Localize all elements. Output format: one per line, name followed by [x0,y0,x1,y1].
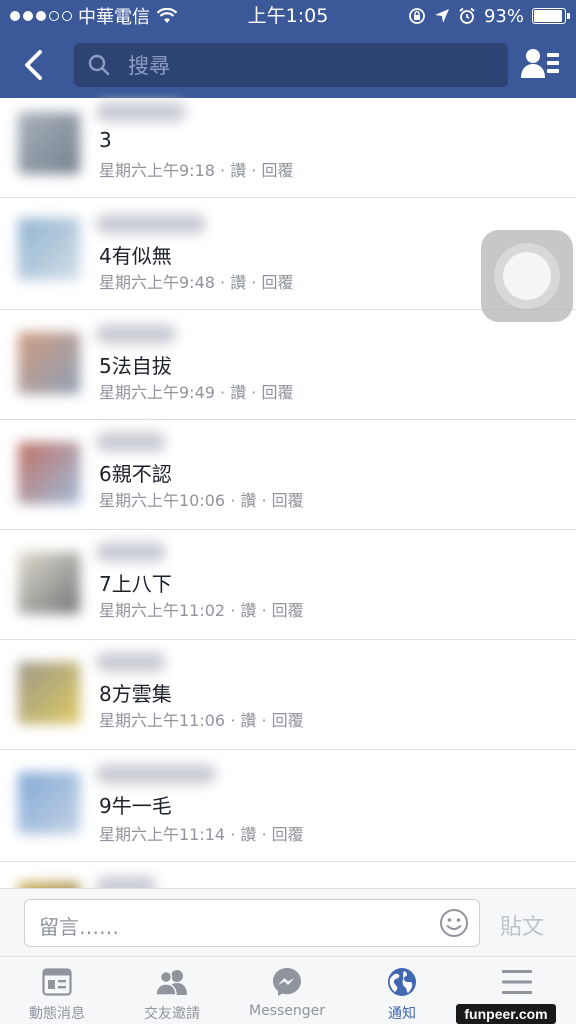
comment-composer: 留言…… 貼文 [0,888,576,956]
tab-label: 動態消息 [29,1006,85,1022]
reply-link[interactable]: 回覆 [261,273,293,292]
tab-friend-requests[interactable]: 交友邀請 [124,965,220,1023]
author-name[interactable] [96,432,166,452]
avatar[interactable] [18,332,80,394]
author-name[interactable] [96,764,216,784]
avatar[interactable] [18,552,80,614]
avatar[interactable] [18,442,80,504]
tab-label: 交友邀請 [144,1006,200,1022]
friend-requests-icon [521,49,559,78]
comment-time: 星期六上午11:14 [99,825,226,844]
comment-list: 3 星期六上午9:18 · 讚 · 回覆 4有似無 星期六上午9:48 · 讚 … [0,98,576,944]
watermark: funpeer.com [456,1004,556,1024]
like-link[interactable]: 讚 [230,273,246,292]
tab-label: 通知 [388,1006,416,1022]
search-input[interactable]: 搜尋 [74,43,508,87]
comment-time: 星期六上午11:06 [99,711,226,730]
like-link[interactable]: 讚 [230,161,246,180]
comment-meta: 星期六上午11:02 · 讚 · 回覆 [99,601,304,620]
reply-link[interactable]: 回覆 [272,491,304,510]
news-feed-icon [42,968,72,996]
back-button[interactable] [16,48,50,82]
like-link[interactable]: 讚 [240,825,256,844]
reply-link[interactable]: 回覆 [261,161,293,180]
battery-percent: 93% [483,5,524,27]
comment-time: 星期六上午10:06 [99,491,226,510]
author-name[interactable] [96,324,176,344]
author-name[interactable] [96,652,166,672]
status-right: 93% [408,4,570,28]
comment-meta: 星期六上午11:06 · 讚 · 回覆 [99,711,304,730]
chevron-left-icon [25,50,42,80]
menu-icon [502,970,532,994]
comment-text: 7上八下 [99,572,172,596]
status-bar: 中華電信 上午1:05 93% [0,0,576,32]
comment-input[interactable]: 留言…… [24,899,480,947]
comment-text: 6親不認 [99,462,172,486]
comment-time: 星期六上午9:18 [99,161,215,180]
avatar[interactable] [18,112,80,174]
comment-meta: 星期六上午9:18 · 讚 · 回覆 [99,161,294,180]
nav-bar: 搜尋 [0,32,576,98]
rotation-lock-icon [409,8,425,24]
reply-link[interactable]: 回覆 [272,601,304,620]
comment-text: 3 [99,128,112,152]
comment-time: 星期六上午11:02 [99,601,226,620]
emoji-icon[interactable] [439,908,469,938]
avatar[interactable] [18,218,80,280]
location-arrow-icon [434,9,449,23]
search-icon [88,54,110,76]
like-link[interactable]: 讚 [240,711,256,730]
comment-placeholder: 留言…… [39,915,119,939]
comment-text: 8方雲集 [99,682,172,706]
friend-requests-button[interactable] [520,46,560,82]
assistive-touch-button[interactable] [481,230,573,322]
comment-time: 星期六上午9:48 [99,273,215,292]
author-name[interactable] [96,542,166,562]
list-item[interactable]: 6親不認 星期六上午10:06 · 讚 · 回覆 [0,420,576,530]
comment-meta: 星期六上午9:48 · 讚 · 回覆 [99,273,294,292]
comment-time: 星期六上午9:49 [99,383,215,402]
search-placeholder: 搜尋 [128,54,170,78]
list-item[interactable]: 9牛一毛 星期六上午11:14 · 讚 · 回覆 [0,750,576,862]
avatar[interactable] [18,772,80,834]
assistive-touch-icon [494,243,560,309]
list-item[interactable]: 3 星期六上午9:18 · 讚 · 回覆 [0,98,576,198]
messenger-icon [273,968,301,996]
avatar[interactable] [18,662,80,724]
list-item[interactable]: 8方雲集 星期六上午11:06 · 讚 · 回覆 [0,640,576,750]
like-link[interactable]: 讚 [230,383,246,402]
like-link[interactable]: 讚 [240,491,256,510]
app-screen: 中華電信 上午1:05 93% 搜尋 3 星期六上午9:18 · 讚 · 回覆 … [0,0,576,1024]
tab-news-feed[interactable]: 動態消息 [9,965,105,1023]
friends-icon [155,970,187,996]
comment-text: 4有似無 [99,244,172,268]
globe-icon [388,968,416,996]
list-item[interactable]: 7上八下 星期六上午11:02 · 讚 · 回覆 [0,530,576,640]
reply-link[interactable]: 回覆 [272,825,304,844]
tab-label: Messenger [248,1003,326,1019]
comment-meta: 星期六上午9:49 · 讚 · 回覆 [99,383,294,402]
reply-link[interactable]: 回覆 [261,383,293,402]
author-name[interactable] [96,102,186,122]
post-button[interactable]: 貼文 [500,909,544,941]
comment-text: 5法自拔 [99,354,172,378]
tab-messenger[interactable]: Messenger [239,965,335,1023]
battery-icon [532,8,570,24]
alarm-icon [459,7,475,24]
comment-text: 9牛一毛 [99,794,172,818]
list-item[interactable]: 5法自拔 星期六上午9:49 · 讚 · 回覆 [0,310,576,420]
author-name[interactable] [96,214,206,234]
tab-notifications[interactable]: 通知 [354,965,450,1023]
comment-meta: 星期六上午10:06 · 讚 · 回覆 [99,491,304,510]
comment-meta: 星期六上午11:14 · 讚 · 回覆 [99,825,304,844]
reply-link[interactable]: 回覆 [272,711,304,730]
like-link[interactable]: 讚 [240,601,256,620]
